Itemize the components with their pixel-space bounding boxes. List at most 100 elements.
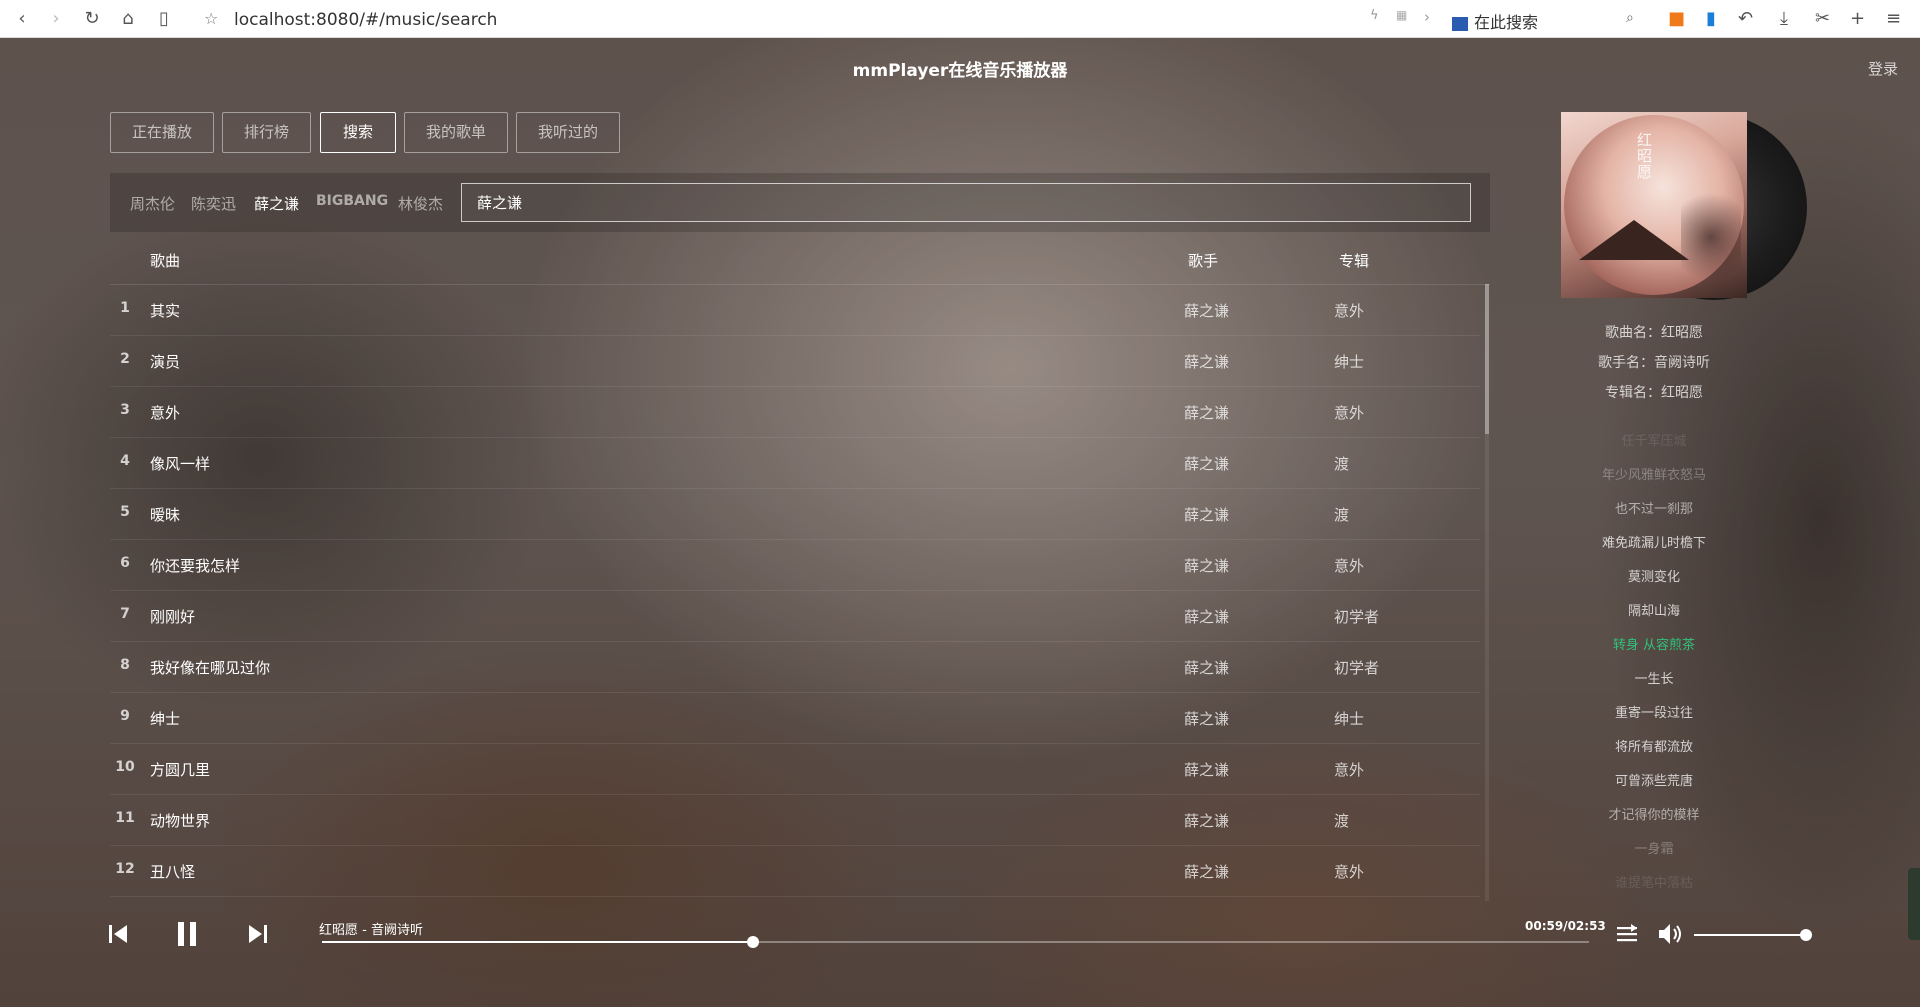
table-row[interactable]: 9 绅士 薛之谦 绅士 xyxy=(110,692,1480,744)
download-icon[interactable]: ⤓ xyxy=(1780,8,1788,29)
hot-singer[interactable]: 林俊杰 xyxy=(398,193,443,214)
table-row[interactable]: 8 我好像在哪见过你 薛之谦 初学者 xyxy=(110,641,1480,693)
hot-singer[interactable]: BIGBANG xyxy=(316,193,388,209)
lyric-line: 任千军压城 xyxy=(1621,434,1687,449)
song-artist: 薛之谦 xyxy=(1184,404,1230,422)
progress-fill xyxy=(322,941,753,943)
song-name[interactable]: 其实 xyxy=(150,300,180,321)
table-row[interactable]: 3 意外 薛之谦 意外 xyxy=(110,386,1480,438)
song-artist: 薛之谦 xyxy=(1184,506,1230,524)
volume-slider[interactable] xyxy=(1694,929,1812,941)
tab-my-playlists[interactable]: 我的歌单 xyxy=(404,112,508,153)
table-row[interactable]: 11 动物世界 薛之谦 渡 xyxy=(110,794,1480,846)
progress-bar[interactable] xyxy=(322,936,1589,948)
skip-previous-icon[interactable] xyxy=(107,923,129,945)
lyric-line: 才记得你的模样 xyxy=(1608,808,1700,823)
lyric-line: 年少风雅鲜衣怒马 xyxy=(1601,468,1706,483)
skip-next-icon[interactable] xyxy=(247,923,269,945)
search-input[interactable] xyxy=(461,183,1471,222)
browser-search[interactable]: 在此搜索 xyxy=(1452,9,1652,32)
header-artist: 歌手 xyxy=(1188,252,1219,270)
row-number: 12 xyxy=(115,861,135,877)
hot-singer[interactable]: 周杰伦 xyxy=(130,193,175,214)
table-row[interactable]: 1 其实 薛之谦 意外 xyxy=(110,284,1480,336)
back-icon[interactable]: ‹ xyxy=(12,9,32,29)
row-number: 7 xyxy=(120,606,130,622)
tab-now-playing[interactable]: 正在播放 xyxy=(110,112,214,153)
progress-knob[interactable] xyxy=(746,936,759,948)
qr-icon[interactable]: ▦ xyxy=(1396,8,1407,22)
song-artist: 薛之谦 xyxy=(1184,710,1230,728)
album-cover: 红昭愿 xyxy=(1561,112,1747,298)
volume-icon[interactable] xyxy=(1658,923,1684,945)
table-row[interactable]: 5 暧昧 薛之谦 渡 xyxy=(110,488,1480,540)
song-album: 绅士 xyxy=(1334,353,1365,371)
album-name-line: 专辑名：红昭愿 xyxy=(1605,385,1703,401)
menu-icon[interactable]: ≡ xyxy=(1886,8,1901,29)
lyric-line-current: 转身 从容煎茶 xyxy=(1612,638,1696,653)
list-scrollbar[interactable] xyxy=(1485,284,1489,901)
song-list[interactable]: 1 其实 薛之谦 意外 2 演员 薛之谦 绅士 3 意外 薛之谦 意外 4 像风… xyxy=(110,284,1490,901)
table-row[interactable]: 4 像风一样 薛之谦 渡 xyxy=(110,437,1480,489)
login-link[interactable]: 登录 xyxy=(1868,58,1898,79)
pause-icon[interactable] xyxy=(176,920,198,948)
table-row[interactable]: 12 丑八怪 薛之谦 意外 xyxy=(110,845,1480,897)
tab-search[interactable]: 搜索 xyxy=(320,112,396,153)
song-name[interactable]: 方圆几里 xyxy=(150,759,210,780)
tab-history[interactable]: 我听过的 xyxy=(516,112,620,153)
search-engine-icon[interactable] xyxy=(1452,16,1468,31)
playback-time: 00:59/02:53 xyxy=(1525,919,1606,933)
song-album: 渡 xyxy=(1334,455,1350,473)
song-name[interactable]: 动物世界 xyxy=(150,810,210,831)
forward-icon[interactable]: › xyxy=(46,9,66,29)
song-name[interactable]: 丑八怪 xyxy=(150,861,195,882)
header-album: 专辑 xyxy=(1339,252,1370,270)
video-icon[interactable]: ■ xyxy=(1668,8,1685,29)
browser-search-placeholder: 在此搜索 xyxy=(1474,13,1539,32)
song-name[interactable]: 演员 xyxy=(150,351,180,372)
table-row[interactable]: 2 演员 薛之谦 绅士 xyxy=(110,335,1480,387)
scrollbar-thumb[interactable] xyxy=(1485,284,1489,434)
reader-icon[interactable]: ▯ xyxy=(154,9,174,29)
new-tab-icon[interactable]: + xyxy=(1850,8,1865,29)
song-name[interactable]: 你还要我怎样 xyxy=(150,555,240,576)
browser-toolbar: ‹ › ↻ ⌂ ▯ ☆ localhost:8080/#/music/searc… xyxy=(0,0,1920,38)
row-number: 5 xyxy=(120,504,130,520)
hot-singer[interactable]: 薛之谦 xyxy=(254,193,299,214)
cover-art-trees xyxy=(1681,182,1741,292)
app-title: mmPlayer在线音乐播放器 xyxy=(852,61,1068,81)
address-bar[interactable]: localhost:8080/#/music/search xyxy=(234,10,497,30)
artist-name-line: 歌手名：音阙诗听 xyxy=(1598,355,1710,371)
chevron-right-icon[interactable]: › xyxy=(1424,8,1430,26)
scissors-icon[interactable]: ✂ xyxy=(1815,8,1830,29)
lyric-line: 谁提笔中落枯 xyxy=(1614,876,1693,891)
lyric-line: 难免疏漏儿时檐下 xyxy=(1601,536,1706,551)
search-icon[interactable]: ⌕ xyxy=(1626,10,1634,26)
table-row[interactable]: 6 你还要我怎样 薛之谦 意外 xyxy=(110,539,1480,591)
song-name[interactable]: 绅士 xyxy=(150,708,180,729)
song-artist: 薛之谦 xyxy=(1184,863,1230,881)
song-name[interactable]: 暧昧 xyxy=(150,504,180,525)
table-row[interactable]: 10 方圆几里 薛之谦 意外 xyxy=(110,743,1480,795)
song-name[interactable]: 意外 xyxy=(150,402,180,423)
playlist-mode-icon[interactable] xyxy=(1616,924,1638,944)
home-icon[interactable]: ⌂ xyxy=(118,9,138,29)
tablet-icon[interactable]: ▮ xyxy=(1706,8,1716,29)
song-name[interactable]: 像风一样 xyxy=(150,453,210,474)
song-name[interactable]: 我好像在哪见过你 xyxy=(150,657,270,678)
song-album: 意外 xyxy=(1334,761,1365,779)
table-row[interactable]: 7 刚刚好 薛之谦 初学者 xyxy=(110,590,1480,642)
list-header: 歌曲 歌手 专辑 xyxy=(110,242,1490,285)
volume-knob[interactable] xyxy=(1800,929,1812,941)
reload-icon[interactable]: ↻ xyxy=(82,9,102,29)
undo-icon[interactable]: ↶ xyxy=(1738,8,1753,29)
side-widget[interactable] xyxy=(1908,868,1920,940)
lightning-icon[interactable]: ϟ xyxy=(1370,8,1379,23)
tab-charts[interactable]: 排行榜 xyxy=(222,112,311,153)
song-name[interactable]: 刚刚好 xyxy=(150,606,195,627)
hot-singer[interactable]: 陈奕迅 xyxy=(191,193,236,214)
song-artist: 薛之谦 xyxy=(1184,608,1230,626)
bookmark-star-icon[interactable]: ☆ xyxy=(204,9,218,28)
search-panel: 周杰伦 陈奕迅 薛之谦 BIGBANG 林俊杰 xyxy=(110,173,1490,232)
song-album: 渡 xyxy=(1334,506,1350,524)
